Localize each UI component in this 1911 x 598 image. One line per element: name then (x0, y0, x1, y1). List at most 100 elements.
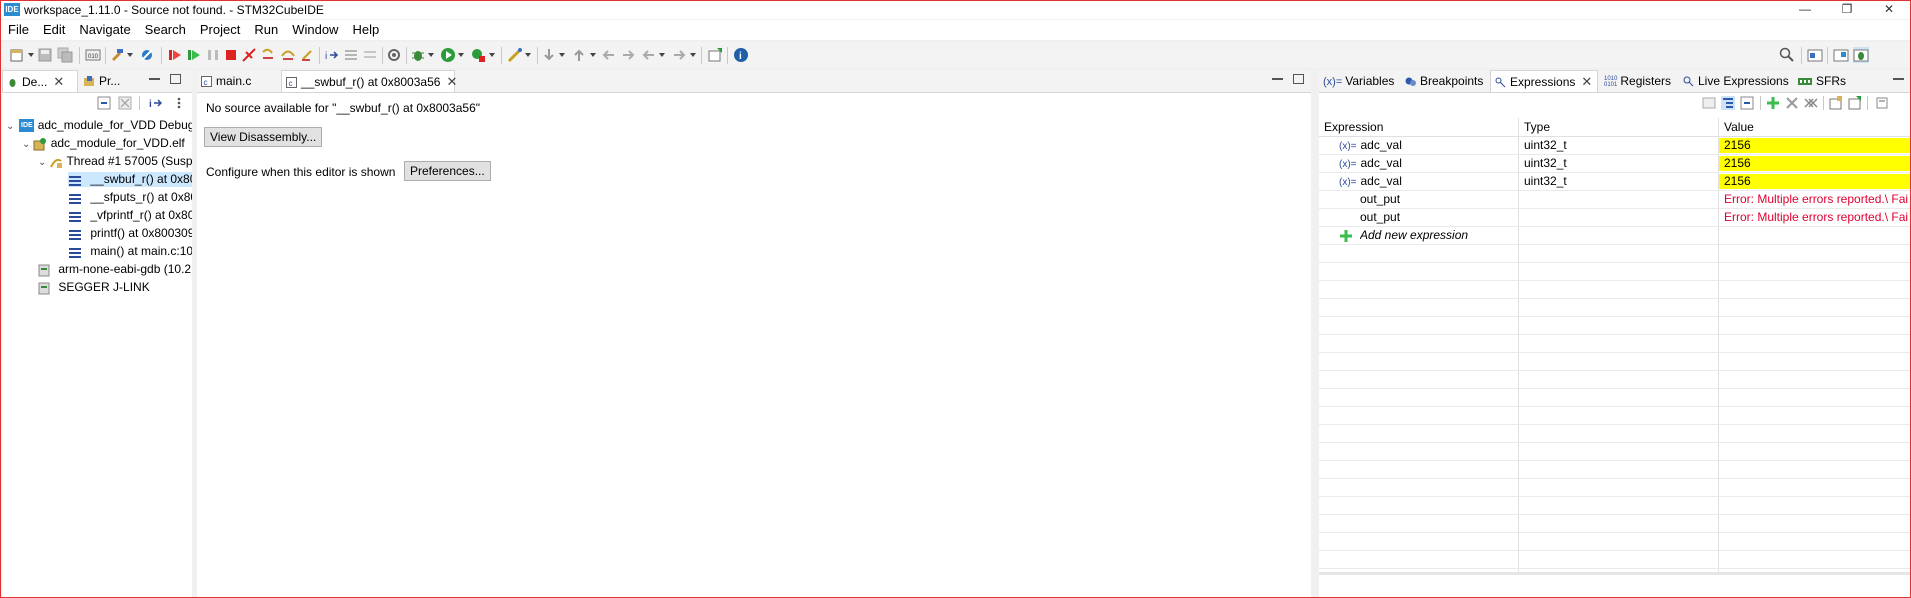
remove-all-expressions-icon[interactable] (1804, 96, 1818, 110)
build-binary-icon[interactable]: 010 (85, 47, 101, 63)
back-dropdown-icon[interactable] (659, 53, 665, 57)
tree-item-frame-sfputs[interactable]: __sfputs_r() at 0x800 (68, 190, 192, 205)
view-menu-icon[interactable] (174, 96, 184, 110)
next-annotation-icon[interactable] (541, 47, 557, 63)
menu-window[interactable]: Window (285, 20, 345, 40)
tab-variables[interactable]: (x)= Variables (1319, 70, 1399, 92)
value-cell[interactable]: Error: Multiple errors reported.\ Fai (1724, 192, 1910, 207)
prev-annotation-dropdown-icon[interactable] (590, 53, 596, 57)
chevron-down-icon[interactable]: ⌄ (6, 122, 14, 132)
resume-debug-icon[interactable] (167, 47, 183, 63)
menu-search[interactable]: Search (138, 20, 193, 40)
info-icon[interactable]: i (733, 47, 749, 63)
debug-bug-icon[interactable] (410, 47, 426, 63)
value-cell[interactable]: 2156 (1719, 174, 1910, 189)
value-cell[interactable]: 2156 (1719, 156, 1910, 171)
maximize-icon[interactable] (170, 74, 181, 84)
restart-icon[interactable] (362, 47, 378, 63)
drop-to-frame-icon[interactable] (343, 47, 359, 63)
show-type-names-icon[interactable] (1702, 96, 1716, 110)
external-tools-dropdown-icon[interactable] (489, 53, 495, 57)
tree-item-thread[interactable]: ⌄ Thread #1 57005 (Susp (38, 154, 192, 169)
menu-navigate[interactable]: Navigate (72, 20, 137, 40)
instruction-step-mode-icon[interactable]: i (148, 96, 162, 110)
show-logical-structure-icon[interactable] (1721, 96, 1735, 110)
tab-sfrs[interactable]: SFRs (1794, 70, 1864, 92)
close-icon[interactable]: ✕ (446, 71, 457, 93)
column-header-expression[interactable]: Expression (1319, 118, 1518, 136)
menu-run[interactable]: Run (247, 20, 285, 40)
tree-item-frame-main[interactable]: main() at main.c:10 (68, 244, 192, 259)
perspective-cpp-icon[interactable] (1807, 47, 1823, 63)
tree-item-frame-vfprintf[interactable]: _vfprintf_r() at 0x800 (68, 208, 192, 223)
tab-live-expressions[interactable]: Live Expressions (1679, 70, 1793, 92)
debug-settings-icon[interactable] (386, 47, 402, 63)
collapse-all-icon[interactable] (97, 96, 111, 110)
back-icon[interactable] (641, 47, 657, 63)
tab-expressions[interactable]: Expressions ✕ (1490, 70, 1598, 92)
tree-item-launch[interactable]: ⌄ IDE adc_module_for_VDD Debug (6, 118, 192, 133)
wand-icon[interactable] (507, 47, 523, 63)
close-icon[interactable]: ✕ (1581, 71, 1592, 93)
pin-view-icon[interactable] (1848, 96, 1862, 110)
tab-breakpoints[interactable]: Breakpoints (1401, 70, 1489, 92)
preferences-button[interactable]: Preferences... (404, 161, 491, 181)
open-perspective-icon[interactable] (707, 47, 723, 63)
remove-expression-icon[interactable] (1785, 96, 1799, 110)
remove-terminated-icon[interactable] (118, 96, 132, 110)
column-header-type[interactable]: Type (1519, 118, 1717, 136)
tree-item-frame-swbuf[interactable]: __swbuf_r() at 0x800 (68, 172, 192, 187)
resume-icon[interactable] (186, 47, 202, 63)
forward-icon[interactable] (671, 47, 687, 63)
wand-dropdown-icon[interactable] (525, 53, 531, 57)
instruction-stepping-icon[interactable]: i (323, 47, 339, 63)
forward-dropdown-icon[interactable] (690, 53, 696, 57)
tree-item-gdb[interactable]: arm-none-eabi-gdb (10.2 (38, 262, 192, 277)
prev-annotation-icon[interactable] (571, 47, 587, 63)
minimize-icon[interactable] (149, 77, 160, 80)
minimize-icon[interactable] (1893, 77, 1904, 80)
maximize-icon[interactable] (1293, 74, 1304, 84)
search-icon[interactable] (1779, 47, 1795, 63)
tab-debug[interactable]: De... ✕ (2, 70, 78, 92)
disconnect-icon[interactable] (241, 47, 257, 63)
menu-help[interactable]: Help (345, 20, 386, 40)
new-window-icon[interactable] (1829, 96, 1843, 110)
chevron-down-icon[interactable]: ⌄ (38, 158, 46, 168)
debug-dropdown-icon[interactable] (428, 53, 434, 57)
save-all-icon[interactable] (57, 47, 73, 63)
add-expression-icon[interactable] (1766, 96, 1780, 110)
tab-project-explorer[interactable]: Pr... (80, 70, 140, 92)
view-disassembly-button[interactable]: View Disassembly... (204, 127, 323, 147)
last-edit-forward-icon[interactable] (620, 47, 636, 63)
new-dropdown-icon[interactable] (28, 53, 34, 57)
value-cell[interactable]: Error: Multiple errors reported.\ Fai (1724, 210, 1910, 225)
menu-edit[interactable]: Edit (36, 20, 72, 40)
value-cell[interactable]: 2156 (1719, 138, 1910, 153)
tree-item-jlink[interactable]: SEGGER J-LINK (38, 280, 192, 295)
last-edit-back-icon[interactable] (601, 47, 617, 63)
restore-button[interactable]: ❐ (1827, 1, 1867, 19)
tab-registers[interactable]: 1010 0101 Registers (1600, 70, 1678, 92)
step-into-icon[interactable] (260, 47, 276, 63)
step-over-icon[interactable] (280, 47, 296, 63)
minimize-icon[interactable] (1272, 77, 1283, 80)
chevron-down-icon[interactable]: ⌄ (22, 140, 30, 150)
column-header-value[interactable]: Value (1719, 118, 1910, 136)
perspective-cube-icon[interactable] (1833, 47, 1849, 63)
step-return-icon[interactable] (299, 47, 315, 63)
build-hammer-icon[interactable] (109, 47, 125, 63)
skip-breakpoints-icon[interactable] (139, 47, 155, 63)
tab-main-c[interactable]: c main.c (197, 70, 277, 92)
tree-item-frame-printf[interactable]: printf() at 0x800309 (68, 226, 192, 241)
save-icon[interactable] (37, 47, 53, 63)
tab-swbuf[interactable]: c __swbuf_r() at 0x8003a56 ✕ (281, 70, 457, 93)
run-dropdown-icon[interactable] (458, 53, 464, 57)
menu-file[interactable]: File (1, 20, 36, 40)
collapse-all-icon[interactable] (1740, 96, 1754, 110)
close-icon[interactable]: ✕ (53, 71, 64, 93)
perspective-debug-icon[interactable] (1853, 47, 1869, 63)
view-menu-icon[interactable] (1875, 96, 1889, 110)
next-annotation-dropdown-icon[interactable] (559, 53, 565, 57)
minimize-button[interactable]: — (1785, 1, 1825, 19)
